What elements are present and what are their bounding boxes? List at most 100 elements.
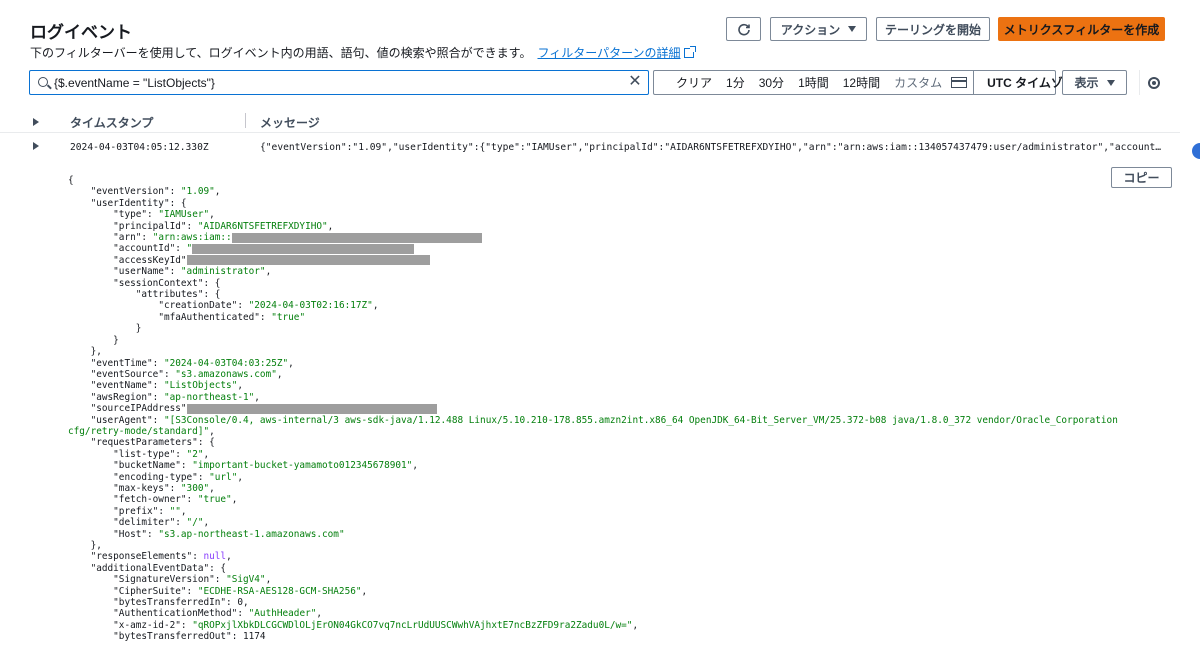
json-line: "encoding-type": "url",	[113, 471, 244, 483]
json-value: "AuthHeader"	[248, 608, 317, 620]
column-timestamp: タイムスタンプ	[70, 116, 154, 130]
range-1-minute[interactable]: 1分	[719, 74, 752, 91]
expand-row-icon[interactable]	[33, 142, 39, 150]
json-value: "arn:aws:iam::	[152, 232, 232, 244]
row-timestamp: 2024-04-03T04:05:12.330Z	[70, 142, 209, 153]
json-value: "true"	[271, 311, 306, 323]
actions-dropdown[interactable]: アクション	[770, 17, 867, 41]
log-events-panel: ログイベント 下のフィルターバーを使用して、ログイベント内の用語、語句、値の検索…	[0, 0, 1180, 651]
range-12-hours[interactable]: 12時間	[836, 74, 887, 91]
json-line: "SignatureVersion": "SigV4",	[113, 574, 272, 586]
json-line: "userAgent": "[S3Console/0.4, aws-intern…	[68, 414, 1124, 437]
json-line: "list-type": "2",	[113, 448, 210, 460]
json-value: "2024-04-03T04:03:25Z"	[163, 357, 289, 369]
json-line: "AuthenticationMethod": "AuthHeader",	[113, 608, 323, 620]
filter-search-box[interactable]: ✕	[29, 70, 649, 95]
page-description: 下のフィルターバーを使用して、ログイベント内の用語、語句、値の検索や照合ができま…	[30, 44, 696, 61]
range-custom[interactable]: カスタム	[887, 74, 949, 91]
json-line: "CipherSuite": "ECDHE-RSA-AES128-GCM-SHA…	[113, 585, 368, 597]
json-value: "qROPxjlXbkDLCGCWDlOLjErON04GkCO7vq7ncLr…	[192, 619, 633, 631]
json-line: "fetch-owner": "true",	[113, 494, 238, 506]
json-value: "ECDHE-RSA-AES128-GCM-SHA256"	[197, 585, 362, 597]
caret-down-icon	[848, 26, 857, 32]
column-message: メッセージ	[260, 116, 320, 130]
clear-time-range[interactable]: クリア	[654, 74, 719, 91]
create-metric-filter-label: メトリクスフィルターを作成	[1003, 22, 1160, 37]
row-message: {"eventVersion":"1.09","userIdentity":{"…	[260, 142, 1162, 153]
json-value: "administrator"	[180, 266, 266, 278]
description-text: 下のフィルターバーを使用して、ログイベント内の用語、語句、値の検索や照合ができま…	[30, 46, 532, 60]
gear-icon[interactable]	[1148, 77, 1160, 89]
json-value: null	[203, 551, 227, 563]
create-metric-filter-button[interactable]: メトリクスフィルターを作成	[998, 17, 1165, 41]
json-line: "eventTime": "2024-04-03T04:03:25Z",	[90, 357, 294, 369]
copy-label: コピー	[1123, 171, 1160, 185]
json-value: "ap-northeast-1"	[163, 391, 255, 403]
filter-search-input[interactable]	[54, 74, 624, 92]
json-line: "max-keys": "300",	[113, 482, 215, 494]
json-line: "type": "IAMUser",	[113, 209, 215, 221]
avatar[interactable]	[1192, 143, 1200, 159]
json-line: {	[68, 175, 1128, 186]
json-value: "url"	[209, 471, 238, 483]
caret-down-icon	[1106, 79, 1115, 86]
actions-label: アクション	[780, 22, 841, 37]
json-line: "eventName": "ListObjects",	[90, 380, 243, 392]
json-line: },	[68, 540, 102, 551]
json-line: "bytesTransferredOut": 1174	[113, 631, 266, 643]
table-row[interactable]: 2024-04-03T04:05:12.330Z {"eventVersion"…	[0, 136, 1180, 158]
json-value: "[S3Console/0.4, aws-internal/3 aws-sdk-…	[68, 414, 1124, 437]
redaction-bar	[231, 232, 482, 243]
json-line: "accountId": "	[68, 243, 1128, 254]
json-line: "eventSource": "s3.amazonaws.com",	[90, 368, 283, 380]
search-icon	[38, 77, 48, 87]
json-line: "x-amz-id-2": "qROPxjlXbkDLCGCWDlOLjErON…	[113, 619, 639, 631]
json-line: "sourceIPAddress"	[68, 403, 1128, 414]
expand-all-icon[interactable]	[33, 118, 39, 126]
display-dropdown[interactable]: 表示	[1062, 70, 1127, 95]
json-value: "AIDAR6NTSFETREFXDYIHO"	[197, 220, 328, 232]
json-value: 1174	[242, 631, 266, 643]
display-label: 表示	[1074, 76, 1099, 90]
json-value: "true"	[197, 494, 232, 506]
json-value: "ListObjects"	[163, 380, 238, 392]
filter-pattern-link-label[interactable]: フィルターパターンの詳細	[537, 46, 680, 60]
json-line: "creationDate": "2024-04-03T02:16:17Z",	[158, 300, 379, 312]
json-brace: {	[68, 175, 74, 186]
divider	[1139, 70, 1140, 95]
refresh-icon	[737, 23, 750, 36]
json-line: },	[68, 346, 102, 358]
json-line: "userName": "administrator",	[113, 266, 272, 278]
json-line: "attributes": {	[135, 289, 221, 301]
json-line: "delimiter": "/",	[113, 517, 210, 529]
calendar-icon[interactable]	[951, 77, 968, 88]
filter-pattern-link[interactable]: フィルターパターンの詳細	[537, 46, 680, 60]
json-value: "2"	[186, 448, 204, 460]
json-value: ""	[169, 505, 181, 517]
json-value: "important-bucket-yamamoto012345678901"	[192, 460, 413, 472]
range-30-minutes[interactable]: 30分	[752, 74, 791, 91]
refresh-button[interactable]	[726, 17, 761, 41]
json-line: "mfaAuthenticated": "true"	[158, 311, 306, 323]
column-separator	[245, 113, 246, 128]
start-tailing-button[interactable]: テーリングを開始	[876, 17, 990, 41]
json-line: "responseElements": null,	[90, 551, 232, 563]
table-header: タイムスタンプ メッセージ	[0, 109, 1180, 133]
json-line: "additionalEventData": {	[90, 562, 227, 574]
close-icon[interactable]: ✕	[628, 74, 642, 90]
json-line: "arn": "arn:aws:iam::	[68, 232, 1128, 243]
redaction-bar	[186, 255, 430, 266]
json-line: "accessKeyId"	[68, 255, 1128, 266]
page-title: ログイベント	[30, 23, 132, 42]
json-value: "2024-04-03T02:16:17Z"	[248, 300, 373, 312]
start-tailing-label: テーリングを開始	[884, 22, 981, 37]
json-line: "bucketName": "important-bucket-yamamoto…	[113, 460, 418, 472]
range-1-hour[interactable]: 1時間	[791, 74, 836, 91]
redaction-bar	[186, 403, 437, 414]
json-line: }	[68, 323, 142, 335]
json-line: "Host": "s3.ap-northeast-1.amazonaws.com…	[113, 528, 345, 540]
json-detail: { "eventVersion": "1.09", "userIdentity"…	[68, 175, 1128, 643]
json-value: "1.09"	[180, 186, 215, 198]
json-line: "sessionContext": {	[113, 277, 221, 289]
json-line: "bytesTransferredIn": 0,	[113, 597, 249, 609]
